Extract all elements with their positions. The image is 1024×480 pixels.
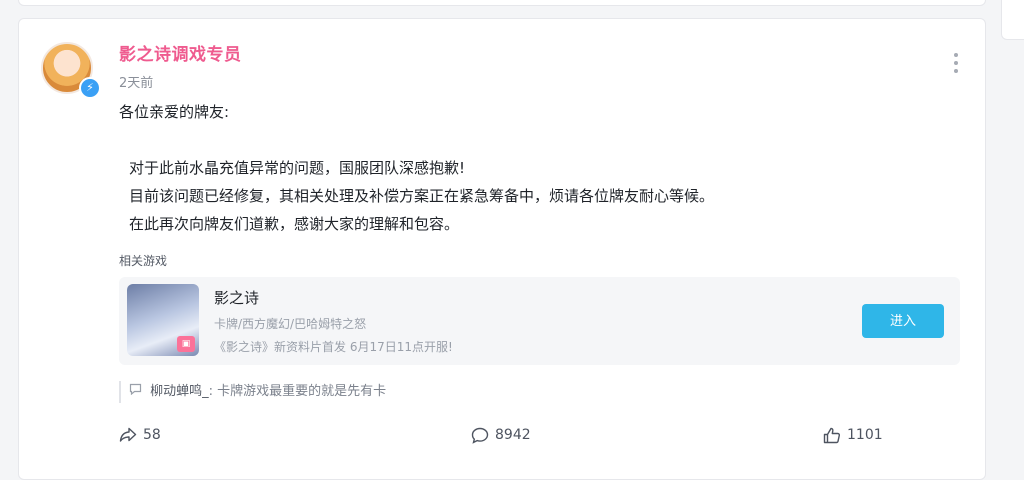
verified-badge-icon: ⚡ [79,77,101,99]
more-options-icon[interactable] [953,53,959,75]
reply-icon [471,427,489,444]
comment-bubble-icon [129,383,146,399]
post-greeting: 各位亲爱的牌友: [119,103,230,121]
post-actions: 58 8942 1101 [19,423,985,447]
game-name[interactable]: 影之诗 [214,287,259,308]
thumbs-up-icon [823,427,841,443]
related-game-card[interactable]: ▣ 影之诗 卡牌/西方魔幻/巴哈姆特之怒 《影之诗》新资料片首发 6月17日11… [119,277,960,365]
comment-text: : 卡牌游戏最重要的就是先有卡 [208,384,387,399]
related-games-title: 相关游戏 [119,254,168,268]
post-paragraph: 对于此前水晶充值异常的问题，国服团队深感抱歉! [129,159,466,177]
like-count: 1101 [847,427,883,443]
side-panel-card [1001,0,1024,40]
share-count: 58 [143,427,161,443]
post-card: ⚡ 影之诗调戏专员 2天前 各位亲爱的牌友: 对于此前水晶充值异常的问题，国服团… [18,18,986,480]
hot-comment[interactable]: 柳动蝉鸣_: 卡牌游戏最重要的就是先有卡 [119,381,949,403]
share-button[interactable]: 58 [119,423,161,447]
post-paragraph: 目前该问题已经修复，其相关处理及补偿方案正在紧急筹备中，烦请各位牌友耐心等候。 [129,187,715,205]
bilibili-icon: ▣ [177,336,195,352]
game-news: 《影之诗》新资料片首发 6月17日11点开服! [214,340,453,354]
game-cover-image[interactable]: ▣ [127,284,199,356]
post-content: 各位亲爱的牌友: 对于此前水晶充值异常的问题，国服团队深感抱歉! 目前该问题已经… [119,98,939,238]
author-name[interactable]: 影之诗调戏专员 [119,40,242,65]
game-tags: 卡牌/西方魔幻/巴哈姆特之怒 [214,317,367,331]
reply-button[interactable]: 8942 [471,423,531,447]
previous-post-card [18,0,986,6]
enter-game-button[interactable]: 进入 [862,304,944,338]
share-icon [119,427,137,442]
post-time: 2天前 [119,76,154,91]
comment-user[interactable]: 柳动蝉鸣_ [150,384,209,399]
reply-count: 8942 [495,427,531,443]
post-paragraph: 在此再次向牌友们道歉，感谢大家的理解和包容。 [129,215,460,233]
like-button[interactable]: 1101 [823,423,883,447]
